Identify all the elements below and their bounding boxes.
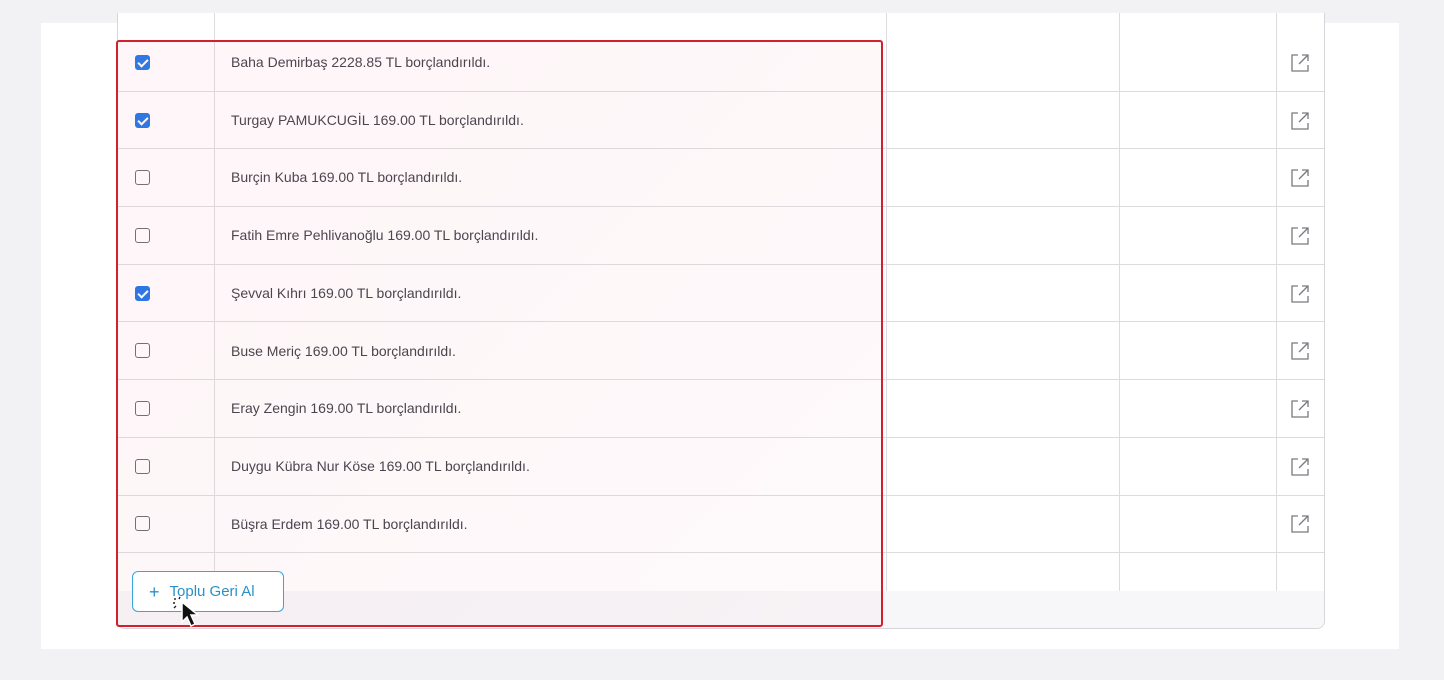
row-description: Baha Demirbaş 2228.85 TL borçlandırıldı. [231, 54, 491, 70]
table-footer [118, 591, 1324, 628]
table-row: Fatih Emre Pehlivanoğlu 169.00 TL borçla… [118, 207, 1324, 265]
external-link-icon[interactable] [1289, 456, 1311, 478]
table-row: Baha Demirbaş 2228.85 TL borçlandırıldı. [118, 34, 1324, 92]
mouse-cursor-icon [173, 596, 201, 628]
bulk-revert-button[interactable]: + Toplu Geri Al [132, 571, 284, 612]
row-checkbox[interactable] [135, 227, 150, 243]
external-link-icon[interactable] [1289, 283, 1311, 305]
external-link-icon[interactable] [1289, 110, 1311, 132]
row-description: Burçin Kuba 169.00 TL borçlandırıldı. [231, 169, 463, 186]
row-checkbox[interactable] [135, 343, 150, 359]
external-link-icon[interactable] [1289, 167, 1311, 189]
table-row: Eray Zengin 169.00 TL borçlandırıldı. [118, 380, 1324, 438]
row-checkbox[interactable] [135, 285, 150, 301]
row-checkbox[interactable] [135, 54, 150, 70]
table-row: Turgay PAMUKCUGİL 169.00 TL borçlandırıl… [118, 92, 1324, 150]
external-link-icon[interactable] [1289, 52, 1311, 74]
table-row: Büşra Erdem 169.00 TL borçlandırıldı. [118, 496, 1324, 554]
row-checkbox[interactable] [135, 516, 150, 532]
transactions-table: Baha Demirbaş 2228.85 TL borçlandırıldı.… [117, 13, 1325, 629]
external-link-icon[interactable] [1289, 225, 1311, 247]
row-description: Buse Meriç 169.00 TL borçlandırıldı. [231, 342, 456, 359]
external-link-icon[interactable] [1289, 340, 1311, 362]
row-checkbox[interactable] [135, 458, 150, 474]
row-checkbox[interactable] [135, 401, 150, 417]
row-checkbox[interactable] [135, 170, 150, 186]
table-row: Buse Meriç 169.00 TL borçlandırıldı. [118, 323, 1324, 381]
table-row: Burçin Kuba 169.00 TL borçlandırıldı. [118, 149, 1324, 208]
row-description: Duygu Kübra Nur Köse 169.00 TL borçlandı… [231, 457, 530, 474]
content-panel: Baha Demirbaş 2228.85 TL borçlandırıldı.… [41, 13, 1399, 649]
table-row: Duygu Kübra Nur Köse 169.00 TL borçlandı… [118, 438, 1324, 496]
row-description: Şevval Kıhrı 169.00 TL borçlandırıldı. [231, 284, 462, 301]
row-description: Turgay PAMUKCUGİL 169.00 TL borçlandırıl… [231, 111, 524, 128]
external-link-icon[interactable] [1289, 398, 1311, 420]
row-description: Eray Zengin 169.00 TL borçlandırıldı. [231, 400, 462, 417]
row-description: Büşra Erdem 169.00 TL borçlandırıldı. [231, 515, 468, 532]
row-description: Fatih Emre Pehlivanoğlu 169.00 TL borçla… [231, 227, 539, 244]
row-checkbox[interactable] [135, 112, 150, 128]
external-link-icon[interactable] [1289, 513, 1311, 535]
plus-icon: + [149, 581, 160, 602]
table-row: Şevval Kıhrı 169.00 TL borçlandırıldı. [118, 265, 1324, 323]
